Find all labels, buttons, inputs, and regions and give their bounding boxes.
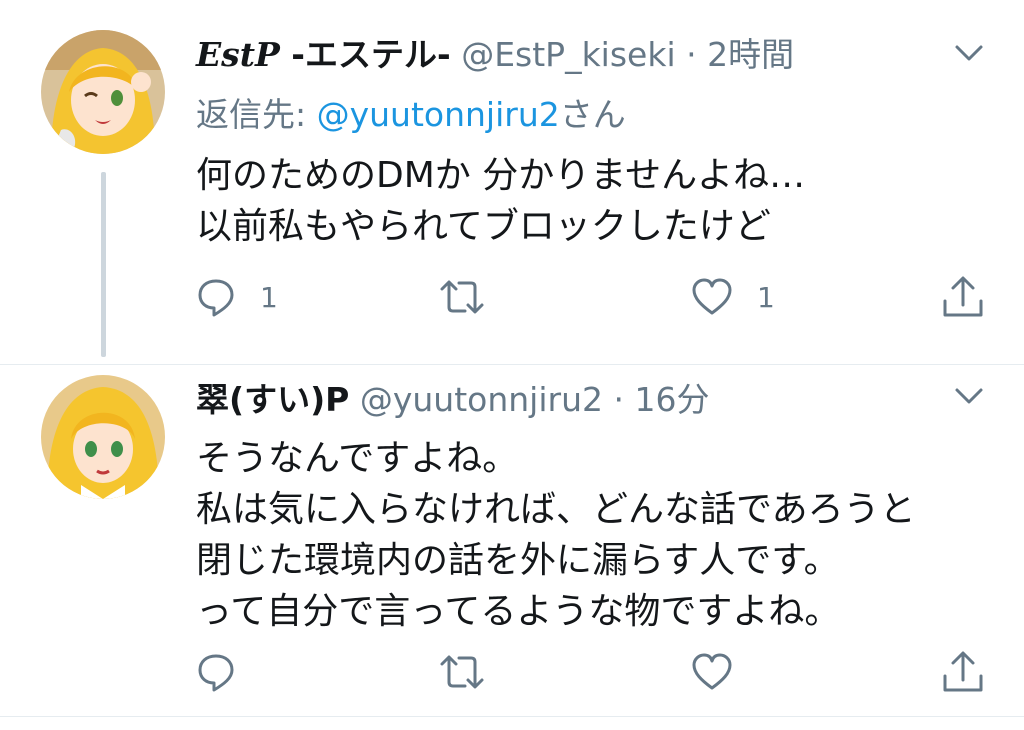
retweet-icon bbox=[440, 655, 484, 689]
tweet[interactable]: EstP -エステル- @EstP_kiseki · 2時間 返信先: @yuu… bbox=[0, 0, 1024, 365]
action-bar bbox=[196, 649, 996, 695]
display-name[interactable]: 翠(すい)P bbox=[196, 380, 349, 419]
heart-icon bbox=[692, 653, 732, 690]
reply-to-suffix: さん bbox=[559, 95, 626, 134]
tweet[interactable]: 翠(すい)P @yuutonnjiru2 · 16分 そうなんですよね。 私は気… bbox=[0, 365, 1024, 717]
retweet-button[interactable] bbox=[439, 649, 509, 695]
share-button[interactable] bbox=[941, 274, 985, 320]
retweet-button[interactable] bbox=[439, 274, 509, 320]
reply-button[interactable] bbox=[196, 649, 260, 695]
timestamp[interactable]: 16分 bbox=[635, 380, 710, 419]
separator: · bbox=[686, 35, 697, 74]
action-bar: 1 1 bbox=[196, 274, 996, 320]
reply-count: 1 bbox=[260, 280, 278, 314]
user-handle[interactable]: @yuutonnjiru2 bbox=[360, 380, 603, 419]
like-count: 1 bbox=[757, 280, 775, 314]
replying-to: 返信先: @yuutonnjiru2さん bbox=[196, 93, 626, 137]
reply-to-prefix: 返信先: bbox=[196, 95, 317, 134]
thread-line bbox=[101, 172, 106, 357]
chevron-down-icon[interactable] bbox=[954, 381, 984, 411]
retweet-icon bbox=[440, 280, 484, 314]
separator: · bbox=[613, 380, 625, 419]
tweet-header: EstP -エステル- @EstP_kiseki · 2時間 bbox=[196, 33, 794, 77]
tweet-header: 翠(すい)P @yuutonnjiru2 · 16分 bbox=[196, 378, 710, 422]
tweet-text-line: 閉じた環境内の話を外に漏らす人です。 bbox=[196, 540, 840, 581]
tweet-text: 何のためのDMか 分かりませんよね… 以前私もやられてブロックしたけど bbox=[196, 150, 805, 252]
divider bbox=[0, 716, 1024, 717]
tweet-text-line: 以前私もやられてブロックしたけど bbox=[196, 206, 771, 247]
tweet-text-line: 何のためのDMか 分かりませんよね… bbox=[196, 155, 806, 196]
tweet-text-line: って自分で言ってるような物ですよね。 bbox=[196, 591, 841, 632]
tweet-text: そうなんですよね。 私は気に入らなければ、どんな話であろうと 閉じた環境内の話を… bbox=[196, 433, 916, 637]
chevron-down-icon[interactable] bbox=[954, 38, 984, 68]
like-button[interactable]: 1 bbox=[691, 274, 775, 320]
reply-icon bbox=[198, 654, 234, 692]
like-button[interactable] bbox=[691, 649, 757, 695]
share-button[interactable] bbox=[941, 649, 985, 695]
user-handle[interactable]: @EstP_kiseki bbox=[461, 35, 675, 74]
avatar[interactable] bbox=[41, 30, 165, 154]
share-icon bbox=[943, 276, 983, 317]
reply-to-handle[interactable]: @yuutonnjiru2 bbox=[317, 95, 560, 134]
tweet-text-line: そうなんですよね。 bbox=[196, 438, 519, 479]
reply-icon bbox=[198, 279, 234, 317]
share-icon bbox=[943, 651, 983, 692]
avatar[interactable] bbox=[41, 375, 165, 499]
heart-icon bbox=[692, 278, 732, 315]
tweet-text-line: 私は気に入らなければ、どんな話であろうと bbox=[196, 489, 916, 530]
reply-button[interactable]: 1 bbox=[196, 274, 278, 320]
timestamp[interactable]: 2時間 bbox=[707, 35, 794, 74]
display-name[interactable]: EstP -エステル- bbox=[196, 35, 451, 74]
